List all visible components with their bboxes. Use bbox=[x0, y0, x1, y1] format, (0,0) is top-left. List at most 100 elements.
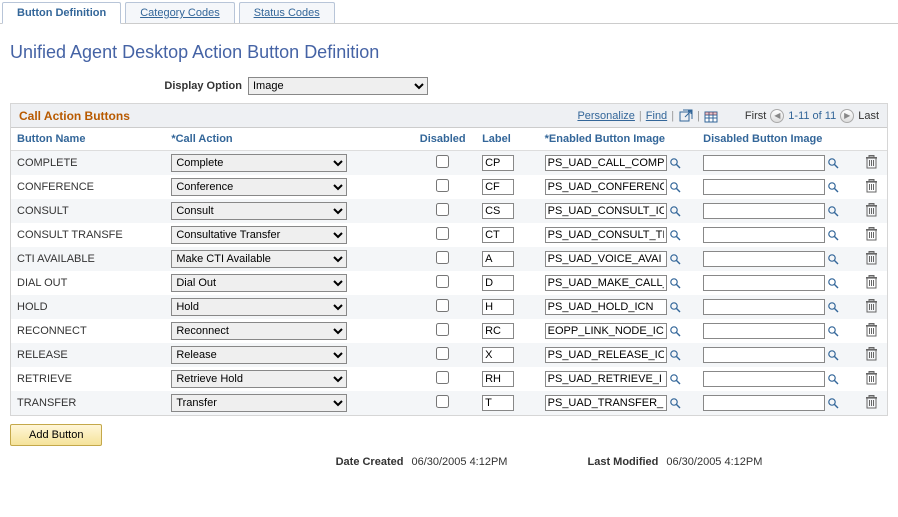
disabled-image-input[interactable] bbox=[703, 179, 825, 195]
header-enabled-image[interactable]: *Enabled Button Image bbox=[539, 128, 698, 151]
first-label[interactable]: First bbox=[745, 110, 766, 122]
delete-row-icon[interactable] bbox=[865, 203, 878, 217]
delete-row-icon[interactable] bbox=[865, 275, 878, 289]
disabled-image-input[interactable] bbox=[703, 227, 825, 243]
lookup-icon[interactable] bbox=[668, 156, 682, 170]
delete-row-icon[interactable] bbox=[865, 299, 878, 313]
disabled-checkbox[interactable] bbox=[436, 227, 449, 240]
disabled-checkbox[interactable] bbox=[436, 395, 449, 408]
lookup-icon[interactable] bbox=[826, 180, 840, 194]
label-input[interactable] bbox=[482, 251, 514, 267]
lookup-icon[interactable] bbox=[668, 228, 682, 242]
call-action-select[interactable]: Consultative Transfer bbox=[171, 226, 347, 244]
delete-row-icon[interactable] bbox=[865, 251, 878, 265]
label-input[interactable] bbox=[482, 323, 514, 339]
tab-status-codes[interactable]: Status Codes bbox=[239, 2, 335, 23]
disabled-checkbox[interactable] bbox=[436, 275, 449, 288]
delete-row-icon[interactable] bbox=[865, 155, 878, 169]
personalize-link[interactable]: Personalize bbox=[577, 110, 634, 122]
enabled-image-input[interactable] bbox=[545, 299, 667, 315]
lookup-icon[interactable] bbox=[826, 276, 840, 290]
lookup-icon[interactable] bbox=[826, 156, 840, 170]
lookup-icon[interactable] bbox=[826, 348, 840, 362]
find-link[interactable]: Find bbox=[646, 110, 667, 122]
disabled-checkbox[interactable] bbox=[436, 371, 449, 384]
call-action-select[interactable]: Release bbox=[171, 346, 347, 364]
call-action-select[interactable]: Dial Out bbox=[171, 274, 347, 292]
disabled-image-input[interactable] bbox=[703, 323, 825, 339]
header-call-action[interactable]: *Call Action bbox=[165, 128, 409, 151]
disabled-checkbox[interactable] bbox=[436, 251, 449, 264]
disabled-image-input[interactable] bbox=[703, 203, 825, 219]
lookup-icon[interactable] bbox=[668, 348, 682, 362]
label-input[interactable] bbox=[482, 371, 514, 387]
next-arrow-icon[interactable]: ▶ bbox=[840, 109, 854, 123]
delete-row-icon[interactable] bbox=[865, 347, 878, 361]
label-input[interactable] bbox=[482, 299, 514, 315]
lookup-icon[interactable] bbox=[826, 204, 840, 218]
header-label[interactable]: Label bbox=[476, 128, 539, 151]
header-button-name[interactable]: Button Name bbox=[11, 128, 165, 151]
label-input[interactable] bbox=[482, 395, 514, 411]
call-action-select[interactable]: Conference bbox=[171, 178, 347, 196]
lookup-icon[interactable] bbox=[668, 252, 682, 266]
disabled-checkbox[interactable] bbox=[436, 155, 449, 168]
enabled-image-input[interactable] bbox=[545, 395, 667, 411]
display-option-select[interactable]: Image bbox=[248, 77, 428, 95]
call-action-select[interactable]: Consult bbox=[171, 202, 347, 220]
disabled-checkbox[interactable] bbox=[436, 347, 449, 360]
lookup-icon[interactable] bbox=[668, 276, 682, 290]
label-input[interactable] bbox=[482, 203, 514, 219]
header-disabled[interactable]: Disabled bbox=[409, 128, 476, 151]
delete-row-icon[interactable] bbox=[865, 227, 878, 241]
call-action-select[interactable]: Reconnect bbox=[171, 322, 347, 340]
call-action-select[interactable]: Retrieve Hold bbox=[171, 370, 347, 388]
lookup-icon[interactable] bbox=[826, 228, 840, 242]
lookup-icon[interactable] bbox=[826, 300, 840, 314]
tab-category-codes[interactable]: Category Codes bbox=[125, 2, 235, 23]
call-action-select[interactable]: Complete bbox=[171, 154, 347, 172]
disabled-checkbox[interactable] bbox=[436, 323, 449, 336]
label-input[interactable] bbox=[482, 275, 514, 291]
call-action-select[interactable]: Transfer bbox=[171, 394, 347, 412]
disabled-checkbox[interactable] bbox=[436, 203, 449, 216]
prev-arrow-icon[interactable]: ◀ bbox=[770, 109, 784, 123]
call-action-select[interactable]: Hold bbox=[171, 298, 347, 316]
enabled-image-input[interactable] bbox=[545, 203, 667, 219]
delete-row-icon[interactable] bbox=[865, 179, 878, 193]
label-input[interactable] bbox=[482, 227, 514, 243]
disabled-image-input[interactable] bbox=[703, 347, 825, 363]
disabled-image-input[interactable] bbox=[703, 155, 825, 171]
disabled-image-input[interactable] bbox=[703, 275, 825, 291]
disabled-image-input[interactable] bbox=[703, 395, 825, 411]
lookup-icon[interactable] bbox=[668, 324, 682, 338]
add-button[interactable]: Add Button bbox=[10, 424, 102, 446]
lookup-icon[interactable] bbox=[668, 372, 682, 386]
lookup-icon[interactable] bbox=[668, 204, 682, 218]
enabled-image-input[interactable] bbox=[545, 227, 667, 243]
lookup-icon[interactable] bbox=[826, 372, 840, 386]
disabled-checkbox[interactable] bbox=[436, 299, 449, 312]
enabled-image-input[interactable] bbox=[545, 179, 667, 195]
delete-row-icon[interactable] bbox=[865, 323, 878, 337]
disabled-image-input[interactable] bbox=[703, 251, 825, 267]
lookup-icon[interactable] bbox=[826, 324, 840, 338]
lookup-icon[interactable] bbox=[668, 300, 682, 314]
enabled-image-input[interactable] bbox=[545, 371, 667, 387]
delete-row-icon[interactable] bbox=[865, 371, 878, 385]
delete-row-icon[interactable] bbox=[865, 395, 878, 409]
download-icon[interactable] bbox=[704, 108, 719, 123]
disabled-image-input[interactable] bbox=[703, 371, 825, 387]
enabled-image-input[interactable] bbox=[545, 275, 667, 291]
label-input[interactable] bbox=[482, 347, 514, 363]
lookup-icon[interactable] bbox=[668, 396, 682, 410]
lookup-icon[interactable] bbox=[668, 180, 682, 194]
lookup-icon[interactable] bbox=[826, 396, 840, 410]
enabled-image-input[interactable] bbox=[545, 347, 667, 363]
disabled-image-input[interactable] bbox=[703, 299, 825, 315]
enabled-image-input[interactable] bbox=[545, 323, 667, 339]
tab-button-definition[interactable]: Button Definition bbox=[2, 2, 121, 24]
call-action-select[interactable]: Make CTI Available bbox=[171, 250, 347, 268]
lookup-icon[interactable] bbox=[826, 252, 840, 266]
enabled-image-input[interactable] bbox=[545, 155, 667, 171]
